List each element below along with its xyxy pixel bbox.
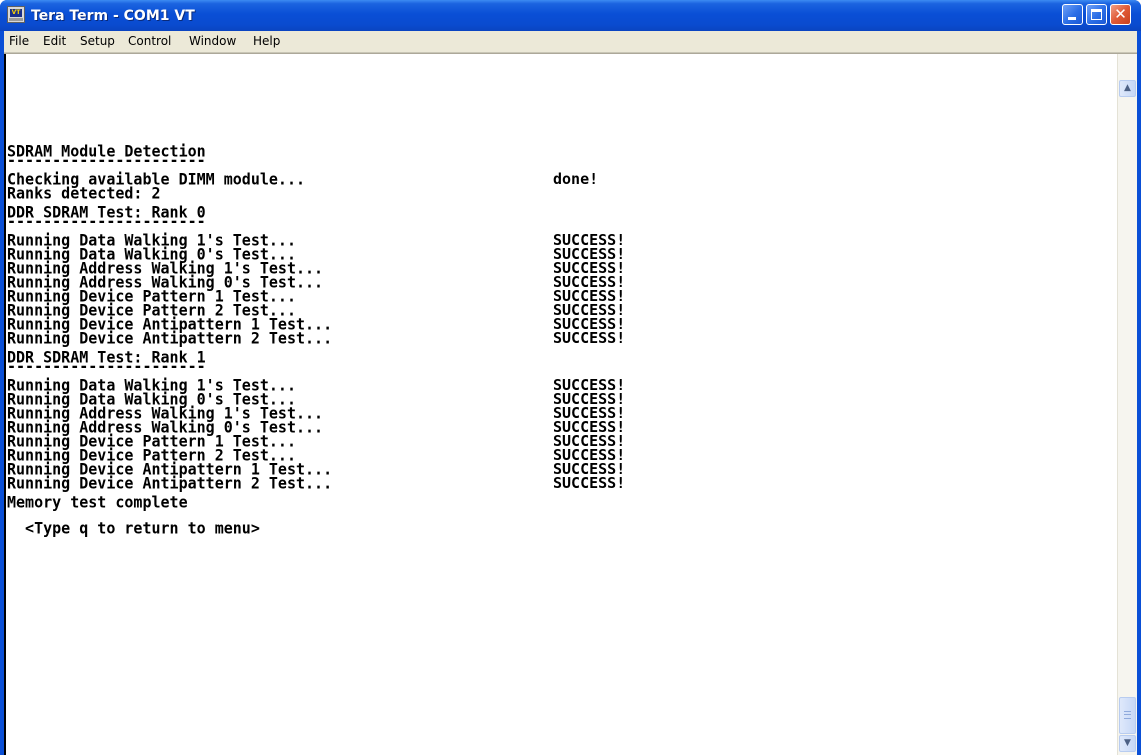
minimize-icon: [1068, 17, 1076, 20]
terminal-screen[interactable]: SDRAM Module Detection ------------------…: [4, 54, 1117, 755]
scroll-up-button[interactable]: ▲: [1119, 80, 1136, 97]
app-icon-screen: VT: [10, 9, 22, 17]
vertical-scrollbar[interactable]: ▲ ▼: [1117, 54, 1137, 755]
tera-term-window: VT Tera Term - COM1 VT ✕ File Edit Setup…: [0, 0, 1141, 755]
maximize-icon: [1091, 9, 1102, 20]
terminal-line: Running Device Antipattern 2 Test...: [7, 328, 333, 348]
menu-bar: File Edit Setup Control Window Help: [4, 31, 1137, 53]
app-icon-base: [9, 18, 23, 21]
scroll-down-arrow-icon: ▼: [1124, 738, 1131, 748]
terminal-status: SUCCESS!: [553, 329, 626, 347]
client-area: SDRAM Module Detection ------------------…: [4, 53, 1137, 755]
scroll-up-arrow-icon: ▲: [1124, 83, 1131, 93]
terminal-line: Memory test complete: [7, 492, 188, 512]
menu-help[interactable]: Help: [248, 31, 285, 52]
close-icon: ✕: [1114, 5, 1127, 23]
menu-edit[interactable]: Edit: [38, 31, 71, 52]
menu-setup[interactable]: Setup: [75, 31, 120, 52]
menu-window[interactable]: Window: [184, 31, 241, 52]
terminal-status: done!: [553, 170, 599, 188]
terminal-line: Running Device Antipattern 2 Test...: [7, 473, 333, 493]
thumb-grip-icon: [1124, 711, 1131, 719]
terminal-underline: ----------------------: [7, 150, 206, 170]
scroll-down-button[interactable]: ▼: [1119, 735, 1136, 752]
window-title: Tera Term - COM1 VT: [31, 8, 195, 24]
title-bar[interactable]: VT Tera Term - COM1 VT ✕: [0, 0, 1141, 31]
maximize-button[interactable]: [1086, 4, 1107, 25]
scrollbar-thumb[interactable]: [1119, 697, 1136, 734]
left-edge-marker: [4, 54, 6, 755]
close-button[interactable]: ✕: [1110, 4, 1131, 25]
teraterm-app-icon[interactable]: VT: [7, 6, 25, 23]
menu-file[interactable]: File: [4, 31, 34, 52]
terminal-underline: ----------------------: [7, 211, 206, 231]
menu-control[interactable]: Control: [123, 31, 176, 52]
terminal-status: SUCCESS!: [553, 474, 626, 492]
terminal-line: Ranks detected: 2: [7, 183, 161, 203]
terminal-underline: ----------------------: [7, 356, 206, 376]
terminal-line: <Type q to return to menu>: [7, 518, 260, 538]
minimize-button[interactable]: [1062, 4, 1083, 25]
